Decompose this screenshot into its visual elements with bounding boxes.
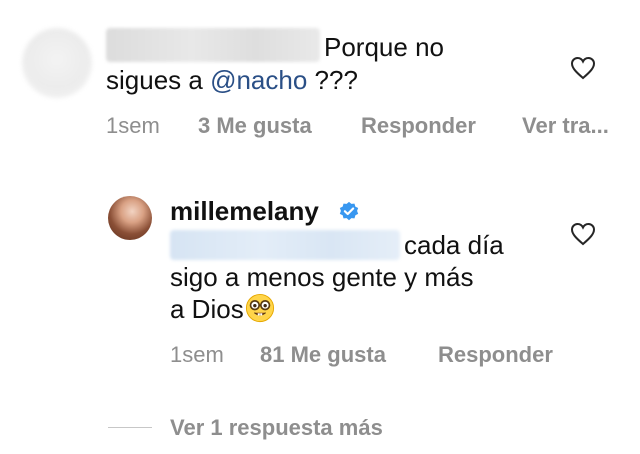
avatar[interactable] (22, 28, 92, 98)
likes-count[interactable]: 81 Me gusta (260, 342, 386, 368)
avatar[interactable] (108, 196, 152, 240)
comment-time: 1sem (170, 342, 224, 367)
comment-text: sigues a (106, 65, 211, 95)
nerd-face-emoji-icon (245, 293, 274, 323)
comment-text-line: sigo a menos gente y más (170, 260, 474, 294)
comment-text-line: cada día (404, 228, 504, 262)
view-more-replies-button[interactable]: Ver 1 respuesta más (170, 415, 383, 441)
redacted-username (106, 28, 320, 62)
reply-button[interactable]: Responder (361, 113, 476, 139)
reply-button[interactable]: Responder (438, 342, 553, 368)
translate-button[interactable]: Ver tra... (522, 113, 609, 139)
redacted-mention (170, 230, 400, 260)
comment-time: 1sem (106, 113, 160, 138)
username[interactable]: millemelany (170, 196, 319, 227)
replies-divider (108, 427, 152, 428)
mention-link[interactable]: @nacho (210, 65, 307, 95)
comment-text: a Dios (170, 294, 244, 324)
comment-text: Porque no (324, 32, 444, 62)
verified-badge-icon (339, 201, 359, 221)
comment-text-line: Porque no (324, 30, 444, 64)
comment-text: cada día (404, 230, 504, 260)
heart-icon[interactable] (570, 56, 596, 80)
comment-text: ??? (307, 65, 358, 95)
heart-icon[interactable] (570, 222, 596, 246)
comment-text-line: a Dios (170, 292, 275, 326)
comment-text-line: sigues a @nacho ??? (106, 63, 358, 97)
comment-text: sigo a menos gente y más (170, 262, 474, 292)
likes-count[interactable]: 3 Me gusta (198, 113, 312, 139)
